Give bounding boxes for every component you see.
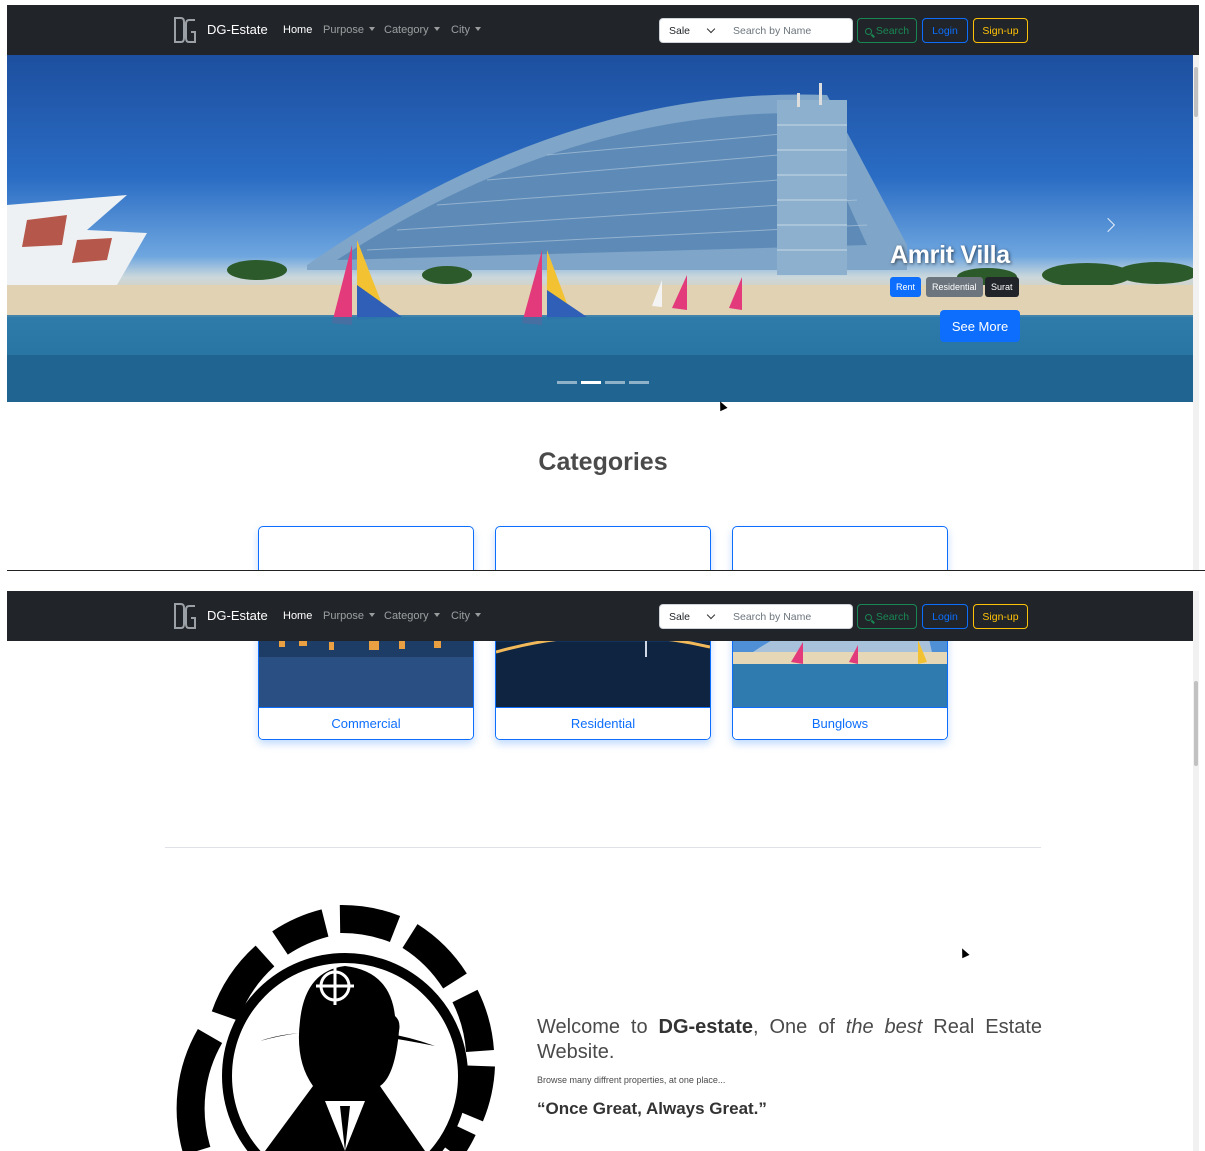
screenshot-divider — [7, 570, 1205, 571]
search-icon — [864, 28, 872, 35]
signup-button[interactable]: Sign-up — [973, 604, 1028, 629]
purpose-select-value: Sale — [669, 25, 691, 37]
nav-home[interactable]: Home — [283, 610, 312, 622]
search-button-label: Search — [875, 25, 910, 37]
carousel-indicator-active[interactable] — [581, 381, 601, 384]
chevron-down-icon — [706, 610, 716, 620]
scrollbar-thumb[interactable] — [1194, 681, 1198, 766]
category-card-residential[interactable] — [495, 526, 711, 570]
nav-category-label: Category — [384, 610, 429, 622]
nav-city-dropdown[interactable]: City — [451, 24, 481, 36]
category-label-commercial[interactable]: Commercial — [259, 707, 473, 739]
screenshot-top: DG-Estate Home Purpose Category City Sal… — [7, 5, 1199, 570]
search-input[interactable]: Search by Name — [723, 604, 853, 629]
category-label-bunglows[interactable]: Bunglows — [733, 707, 947, 739]
nav-purpose-label: Purpose — [323, 610, 364, 622]
search-input[interactable]: Search by Name — [723, 18, 853, 43]
nav-city-label: City — [451, 610, 470, 622]
search-button[interactable]: Search — [857, 18, 917, 43]
category-card-bunglows[interactable] — [732, 526, 948, 570]
navbar-sticky: DG-Estate Home Purpose Category City Sal… — [7, 591, 1199, 641]
screenshot-bottom: Commercial Residential Bunglows DG-Estat… — [7, 591, 1199, 1151]
category-badge: Residential — [926, 277, 983, 297]
page-scrollbar[interactable] — [1193, 591, 1199, 1151]
caret-down-icon — [433, 613, 440, 617]
property-title: Amrit Villa — [890, 241, 1010, 269]
nav-category-label: Category — [384, 24, 429, 36]
purpose-select[interactable]: Sale — [659, 18, 724, 43]
city-badge: Surat — [985, 277, 1019, 297]
login-button[interactable]: Login — [922, 18, 968, 43]
caret-down-icon — [368, 27, 375, 31]
page-scrollbar[interactable] — [1193, 55, 1199, 570]
search-icon — [864, 614, 872, 621]
carousel-indicator[interactable] — [557, 381, 577, 384]
residential-thumbnail — [496, 527, 710, 570]
brand-name[interactable]: DG-Estate — [207, 22, 268, 37]
nav-category-dropdown[interactable]: Category — [384, 24, 440, 36]
welcome-prefix: Welcome to — [537, 1016, 659, 1038]
category-label-residential[interactable]: Residential — [496, 707, 710, 739]
nav-purpose-dropdown[interactable]: Purpose — [323, 24, 375, 36]
brand-name[interactable]: DG-Estate — [207, 608, 268, 623]
hero-slide-image — [7, 83, 1199, 402]
welcome-subtext: Browse many diffrent properties, at one … — [537, 1075, 726, 1085]
bunglows-thumbnail — [733, 527, 947, 570]
welcome-middle: , One of — [753, 1016, 846, 1038]
nav-purpose-label: Purpose — [323, 24, 364, 36]
caret-down-icon — [474, 27, 481, 31]
nav-category-dropdown[interactable]: Category — [384, 610, 440, 622]
scrollbar-thumb[interactable] — [1194, 67, 1198, 117]
search-button-label: Search — [875, 611, 910, 623]
brand-logo-icon[interactable] — [173, 602, 197, 630]
brand-logo-icon[interactable] — [173, 16, 197, 44]
see-more-button[interactable]: See More — [940, 310, 1020, 342]
login-button[interactable]: Login — [922, 604, 968, 629]
purpose-select-value: Sale — [669, 611, 691, 623]
welcome-heading: Welcome to DG-estate, One of the best Re… — [537, 1015, 1042, 1065]
carousel-indicator[interactable] — [629, 381, 649, 384]
category-card-commercial[interactable] — [258, 526, 474, 570]
categories-heading: Categories — [538, 448, 668, 476]
caret-down-icon — [433, 27, 440, 31]
welcome-emphasis: the best — [845, 1016, 923, 1038]
mouse-cursor-icon — [958, 946, 970, 959]
signup-button[interactable]: Sign-up — [973, 18, 1028, 43]
nav-city-label: City — [451, 24, 470, 36]
caret-down-icon — [368, 613, 375, 617]
caret-down-icon — [474, 613, 481, 617]
nav-city-dropdown[interactable]: City — [451, 610, 481, 622]
section-divider — [165, 847, 1041, 848]
purpose-select[interactable]: Sale — [659, 604, 724, 629]
carousel-indicator[interactable] — [605, 381, 625, 384]
motto: “Once Great, Always Great.” — [537, 1099, 767, 1118]
nav-home[interactable]: Home — [283, 24, 312, 36]
hero-carousel[interactable]: Amrit Villa Rent Residential Surat See M… — [7, 55, 1199, 402]
search-button[interactable]: Search — [857, 604, 917, 629]
purpose-badge: Rent — [890, 277, 922, 297]
agent-logo-icon — [176, 905, 495, 1151]
nav-purpose-dropdown[interactable]: Purpose — [323, 610, 375, 622]
chevron-down-icon — [706, 24, 716, 34]
welcome-brand: DG-estate — [658, 1016, 753, 1038]
commercial-thumbnail — [259, 527, 473, 570]
navbar: DG-Estate Home Purpose Category City Sal… — [7, 5, 1199, 55]
